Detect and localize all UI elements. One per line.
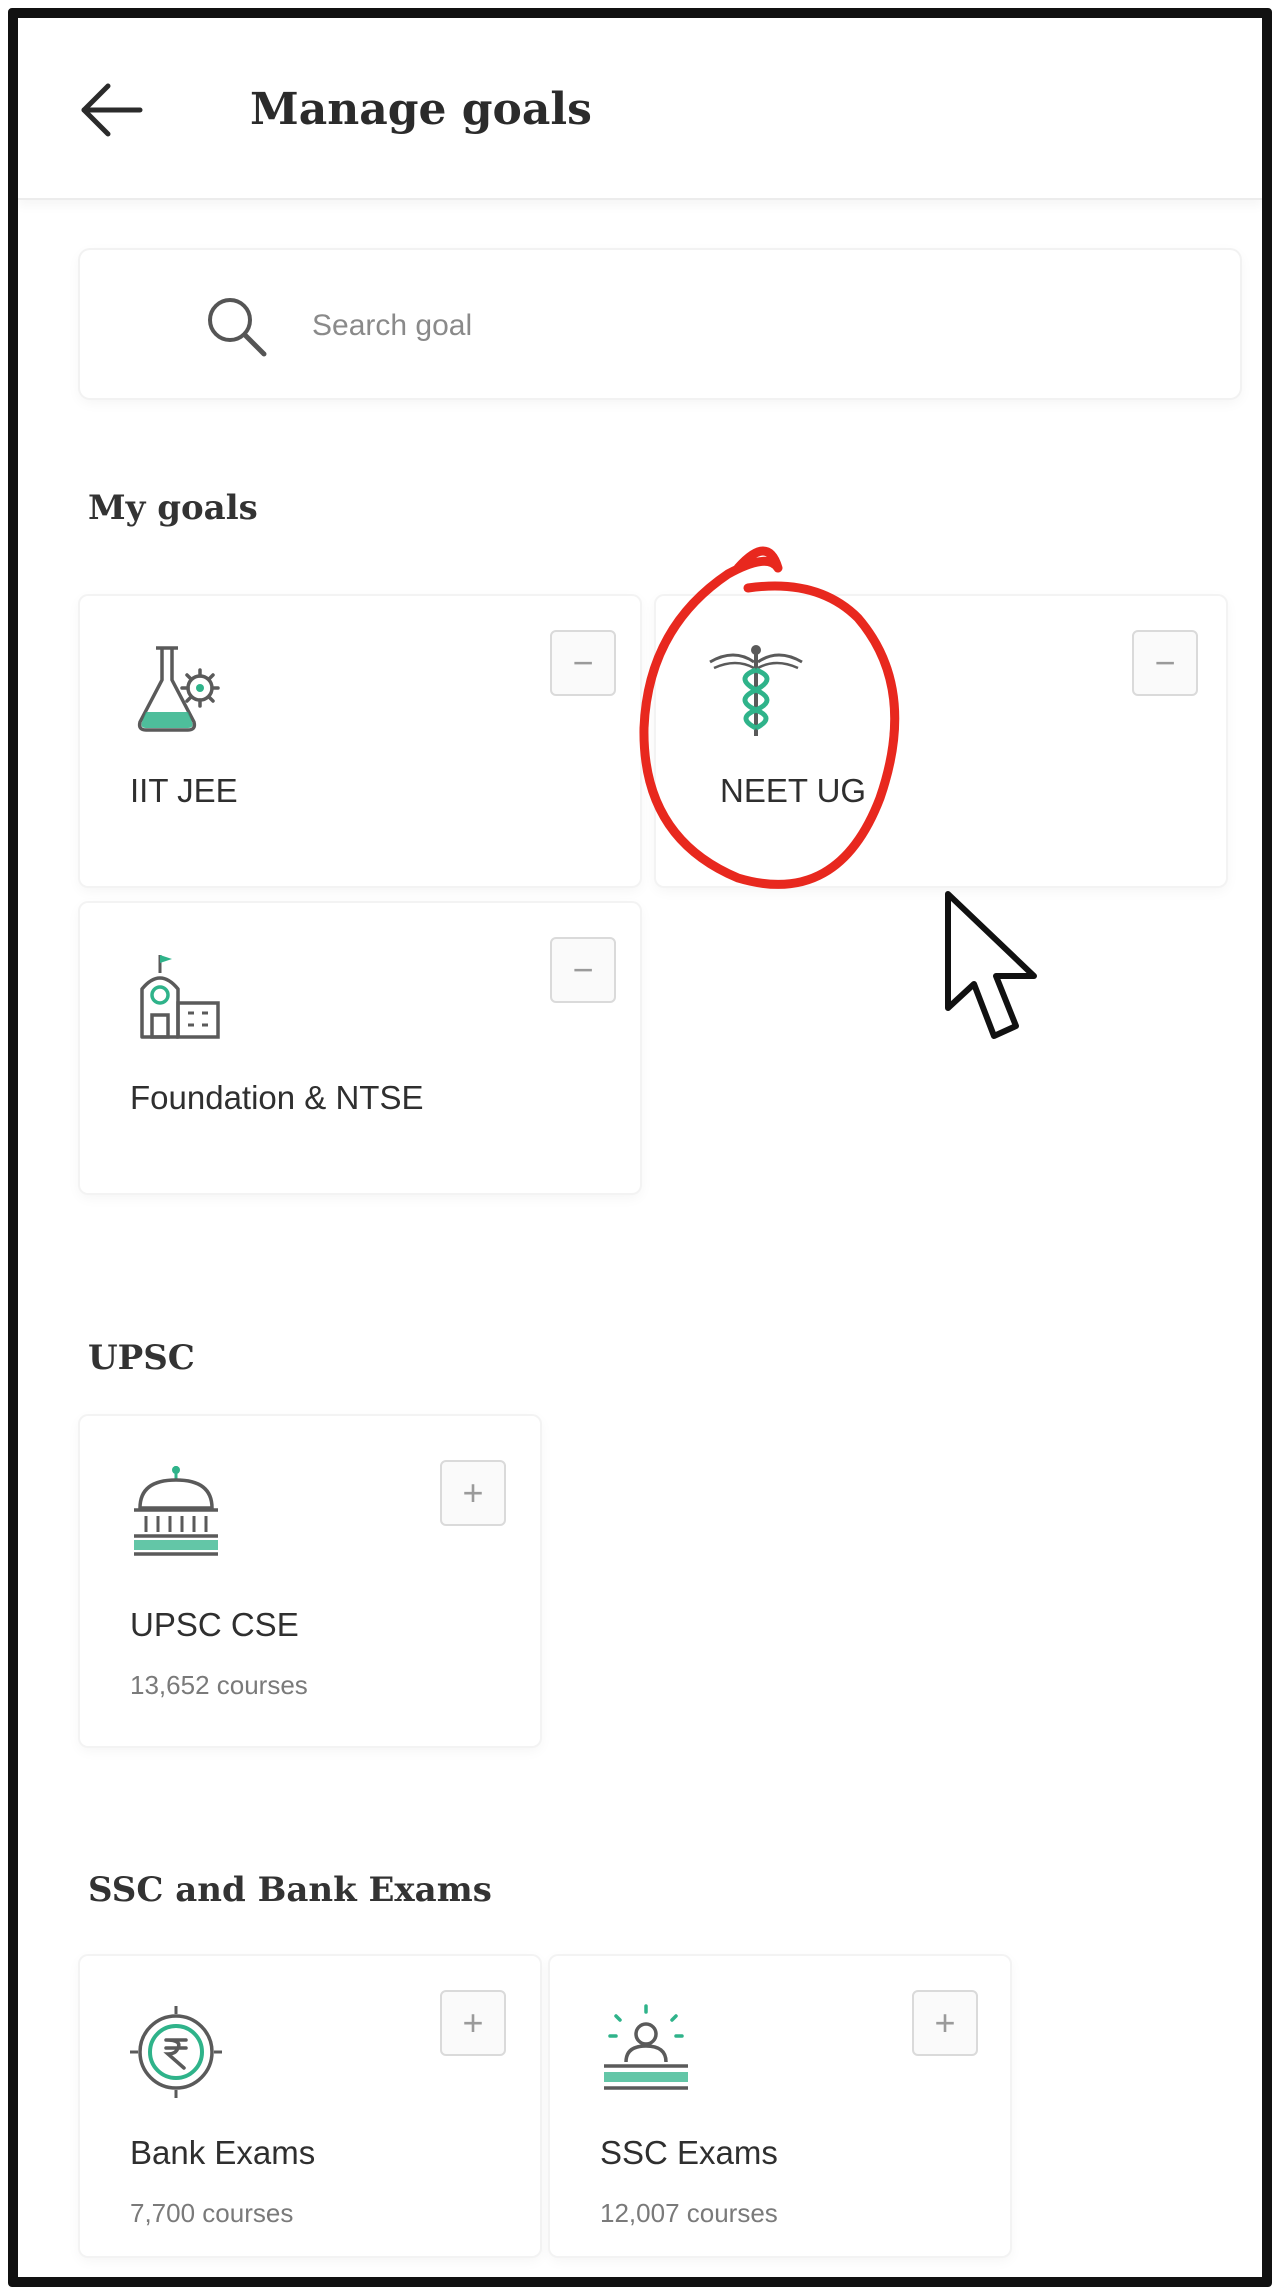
add-goal-button[interactable]: + [912,1990,978,2056]
caduceus-icon [709,645,803,736]
goal-name: SSC Exams [600,2134,778,2171]
school-building-icon [140,955,220,1039]
remove-goal-button[interactable]: − [550,630,616,696]
flask-gear-icon [137,646,220,732]
goal-name: Foundation & NTSE [130,1079,424,1116]
goal-name: UPSC CSE [130,1606,299,1643]
section-title-ssc-bank: SSC and Bank Exams [88,1870,492,1910]
section-title-my-goals: My goals [88,488,258,528]
section-title-upsc: UPSC [88,1338,195,1378]
goal-course-count: 13,652 courses [130,1670,308,1700]
goal-name: NEET UG [720,772,867,809]
app-window: Manage goals My goals IIT JEE − [8,8,1272,2287]
page-title: Manage goals [250,84,592,135]
add-goal-button[interactable]: + [440,1990,506,2056]
add-goal-button[interactable]: + [440,1460,506,1526]
goal-name: IIT JEE [130,772,238,809]
goal-card-bank-exams[interactable]: Bank Exams 7,700 courses + [80,1956,540,2256]
goal-course-count: 7,700 courses [130,2198,294,2228]
rupee-coin-icon [130,2006,222,2098]
parliament-dome-icon [134,1466,218,1556]
arrow-left-icon [81,83,143,137]
goal-name: Bank Exams [130,2134,316,2171]
goal-card-foundation-ntse[interactable]: Foundation & NTSE − [80,903,640,1193]
remove-goal-button[interactable]: − [1132,630,1198,696]
back-button[interactable] [78,80,148,140]
goal-course-count: 12,007 courses [600,2198,778,2228]
search-input[interactable] [312,298,1162,354]
search-icon [208,298,267,357]
goal-card-ssc-exams[interactable]: SSC Exams 12,007 courses + [550,1956,1010,2256]
search-box[interactable] [80,250,1240,398]
officer-desk-icon [604,2004,688,2090]
goal-card-iit-jee[interactable]: IIT JEE − [80,596,640,886]
goal-card-upsc-cse[interactable]: UPSC CSE 13,652 courses + [80,1416,540,1746]
remove-goal-button[interactable]: − [550,937,616,1003]
top-app-bar: Manage goals [18,18,1262,200]
mouse-pointer-icon [945,891,1037,1039]
goal-card-neet-ug[interactable]: NEET UG − [656,596,1226,886]
